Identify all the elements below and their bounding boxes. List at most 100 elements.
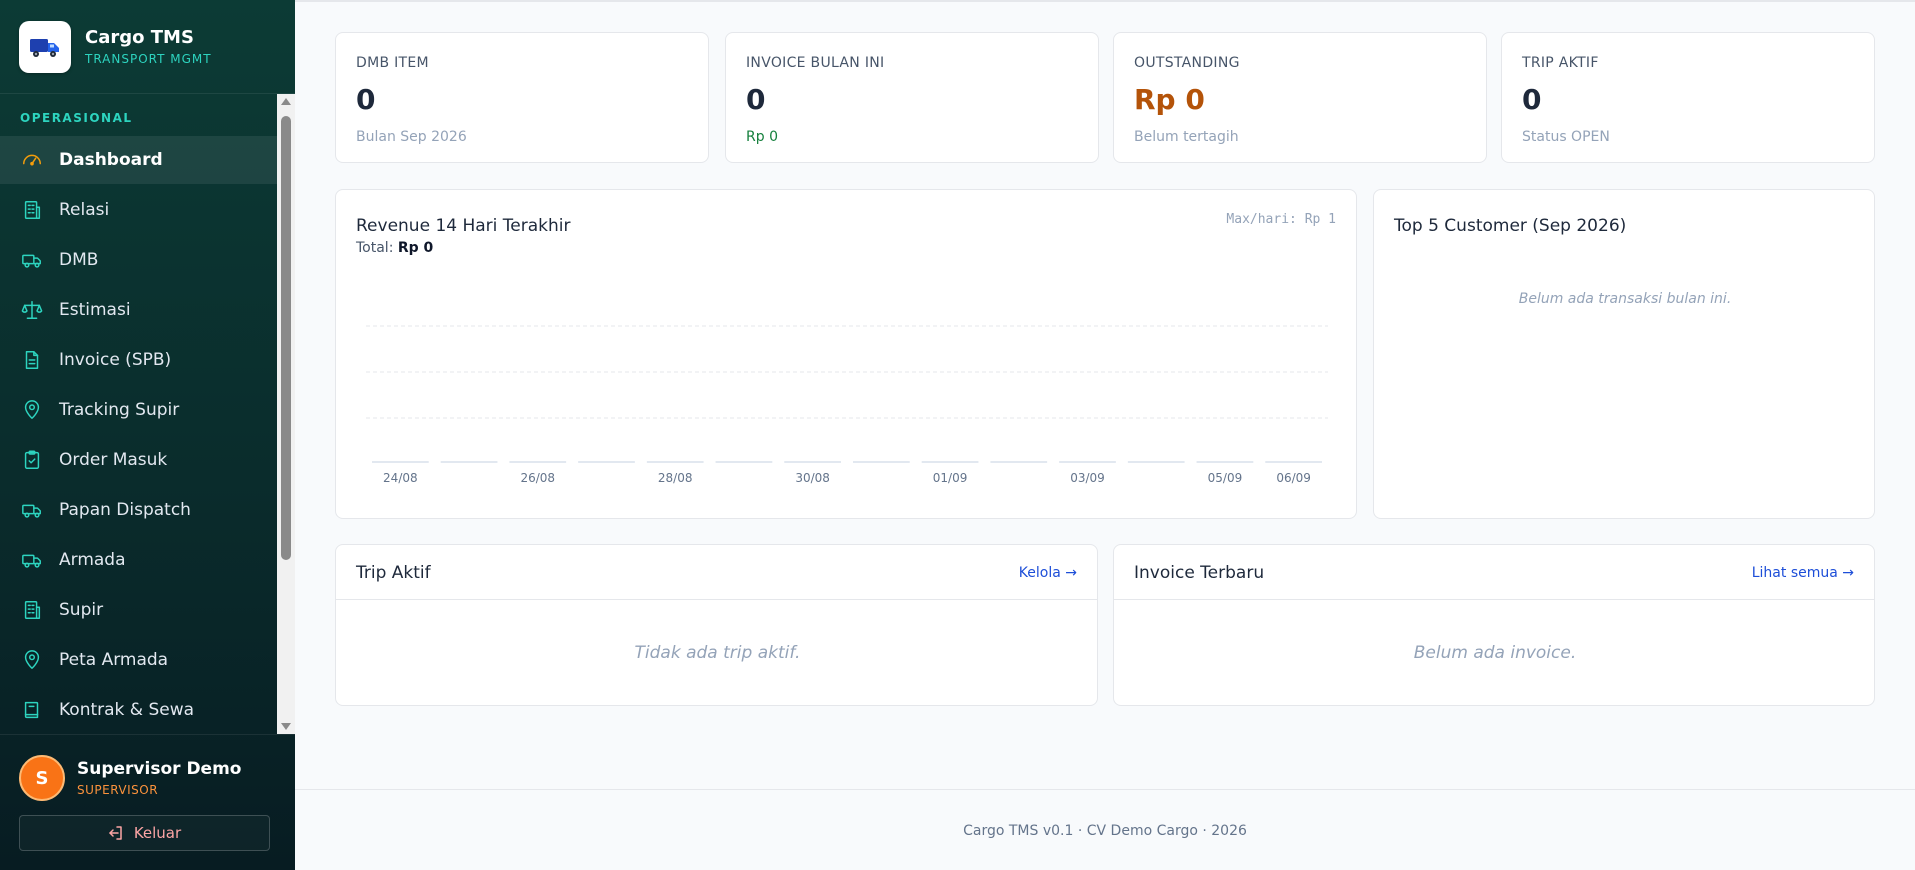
top-customer-title: Top 5 Customer (Sep 2026): [1394, 216, 1627, 236]
stat-card-invoice: INVOICE BULAN INI 0 Rp 0: [725, 32, 1099, 163]
truck-icon: [20, 548, 44, 572]
sidebar-nav: OPERASIONAL Dashboard Relasi DMB Estimasi In…: [0, 94, 295, 734]
sidebar-item-label: Armada: [59, 550, 126, 570]
map-pin-icon: [20, 398, 44, 422]
sidebar-item-label: Estimasi: [59, 300, 131, 320]
logout-label: Keluar: [133, 824, 182, 842]
panel-header: Trip Aktif Kelola →: [336, 545, 1097, 600]
building-icon: [20, 198, 44, 222]
chart-bar-05/09: [1196, 461, 1254, 463]
stat-card-outstanding: OUTSTANDING Rp 0 Belum tertagih: [1113, 32, 1487, 163]
sidebar-item-papan-dispatch[interactable]: Papan Dispatch: [0, 486, 277, 534]
sidebar-item-supir[interactable]: Supir: [0, 586, 277, 634]
user-name: Supervisor Demo: [77, 759, 242, 779]
sidebar-item-order-masuk[interactable]: Order Masuk: [0, 436, 277, 484]
map-pin-icon: [20, 648, 44, 672]
scroll-up-arrow-icon[interactable]: [281, 98, 291, 105]
truck-logo-icon: [19, 21, 71, 73]
trip-aktif-title: Trip Aktif: [356, 563, 431, 583]
top-customer-empty: Belum ada transaksi bulan ini.: [1518, 291, 1732, 307]
kelola-link[interactable]: Kelola →: [1019, 565, 1077, 581]
sidebar-item-label: DMB: [59, 250, 99, 270]
stat-sub: Rp 0: [746, 129, 778, 145]
chart-tick-label: 06/09: [1276, 471, 1311, 485]
chart-bar-26/08: [509, 461, 567, 463]
sidebar-item-label: Invoice (SPB): [59, 350, 172, 370]
chart-tick-label: 26/08: [520, 471, 555, 485]
brand-title: Cargo TMS: [85, 27, 194, 48]
revenue-chart: 24/08 26/08 28/08 30/08 01/09 03/09 05/09 06/09: [366, 325, 1328, 485]
stat-sub: Status OPEN: [1522, 129, 1610, 145]
sidebar-item-tracking-supir[interactable]: Tracking Supir: [0, 386, 277, 434]
chart-bar-24/08: [372, 461, 429, 463]
brand-header: Cargo TMS TRANSPORT MGMT: [0, 0, 295, 94]
chart-tick-label: 30/08: [795, 471, 830, 485]
stat-value: 0: [356, 83, 376, 116]
truck-icon: [20, 498, 44, 522]
book-icon: [20, 698, 44, 722]
chart-bar-29/08: [715, 461, 773, 463]
avatar: S: [19, 755, 65, 801]
sidebar-item-label: Peta Armada: [59, 650, 169, 670]
nav-section-label: OPERASIONAL: [20, 111, 133, 125]
chart-tick-label: 28/08: [658, 471, 693, 485]
main-content: DMB ITEM 0 Bulan Sep 2026 INVOICE BULAN …: [295, 0, 1915, 870]
chart-tick-label: 05/09: [1208, 471, 1243, 485]
chart-bar-02/09: [990, 461, 1048, 463]
chart-bar-01/09: [921, 461, 979, 463]
chart-bar-27/08: [578, 461, 635, 463]
sidebar-item-label: Supir: [59, 600, 104, 620]
stat-card-trip: TRIP AKTIF 0 Status OPEN: [1501, 32, 1875, 163]
stat-label: INVOICE BULAN INI: [746, 55, 885, 71]
logout-icon: [108, 825, 124, 841]
sidebar-item-label: Papan Dispatch: [59, 500, 191, 520]
stat-label: OUTSTANDING: [1134, 55, 1240, 71]
sidebar-item-label: Dashboard: [59, 150, 163, 170]
sidebar-item-label: Relasi: [59, 200, 110, 220]
stat-value: Rp 0: [1134, 83, 1205, 116]
lihat-semua-link[interactable]: Lihat semua →: [1752, 565, 1854, 581]
clipboard-check-icon: [20, 448, 44, 472]
sidebar-item-kontrak-sewa[interactable]: Kontrak & Sewa: [0, 686, 277, 734]
chart-bar-31/08: [853, 461, 910, 463]
chart-bar-28/08: [646, 461, 704, 463]
chart-tick-label: 03/09: [1070, 471, 1105, 485]
footer-text: Cargo TMS v0.1 · CV Demo Cargo · 2026: [963, 823, 1247, 839]
chart-bar-30/08: [784, 461, 841, 463]
sidebar-scrollbar[interactable]: [277, 94, 295, 734]
logout-button[interactable]: Keluar: [19, 815, 270, 851]
scrollbar-thumb[interactable]: [281, 116, 291, 560]
invoice-terbaru-panel: Invoice Terbaru Lihat semua → Belum ada …: [1113, 544, 1875, 706]
user-role: SUPERVISOR: [77, 783, 159, 797]
scroll-down-arrow-icon[interactable]: [281, 723, 291, 730]
chart-bar-25/08: [440, 461, 498, 463]
chart-bar-03/09: [1059, 461, 1116, 463]
stat-card-dmb: DMB ITEM 0 Bulan Sep 2026: [335, 32, 709, 163]
sidebar-item-relasi[interactable]: Relasi: [0, 186, 277, 234]
sidebar-item-dmb[interactable]: DMB: [0, 236, 277, 284]
invoice-terbaru-empty: Belum ada invoice.: [1413, 643, 1577, 663]
sidebar-item-estimasi[interactable]: Estimasi: [0, 286, 277, 334]
building-icon: [20, 598, 44, 622]
sidebar-item-armada[interactable]: Armada: [0, 536, 277, 584]
trip-aktif-panel: Trip Aktif Kelola → Tidak ada trip aktif…: [335, 544, 1098, 706]
brand-subtitle: TRANSPORT MGMT: [85, 52, 212, 66]
sidebar-item-peta-armada[interactable]: Peta Armada: [0, 636, 277, 684]
stat-value: 0: [746, 83, 766, 116]
chart-bar-04/09: [1127, 461, 1185, 463]
revenue-chart-card: Revenue 14 Hari Terakhir Total: Rp 0 Max…: [335, 189, 1357, 519]
sidebar-item-label: Tracking Supir: [59, 400, 180, 420]
sidebar: Cargo TMS TRANSPORT MGMT OPERASIONAL Das…: [0, 0, 295, 870]
gauge-icon: [20, 148, 44, 172]
truck-icon: [20, 248, 44, 272]
trip-aktif-empty: Tidak ada trip aktif.: [634, 643, 801, 663]
chart-tick-label: 01/09: [933, 471, 968, 485]
user-panel: S Supervisor Demo SUPERVISOR Keluar: [0, 734, 295, 870]
stat-label: DMB ITEM: [356, 55, 429, 71]
sidebar-item-dashboard[interactable]: Dashboard: [0, 136, 277, 184]
stat-sub: Bulan Sep 2026: [356, 129, 467, 145]
document-icon: [20, 348, 44, 372]
chart-bar-06/09: [1265, 461, 1322, 463]
sidebar-item-invoice-spb[interactable]: Invoice (SPB): [0, 336, 277, 384]
sidebar-item-label: Kontrak & Sewa: [59, 700, 195, 720]
